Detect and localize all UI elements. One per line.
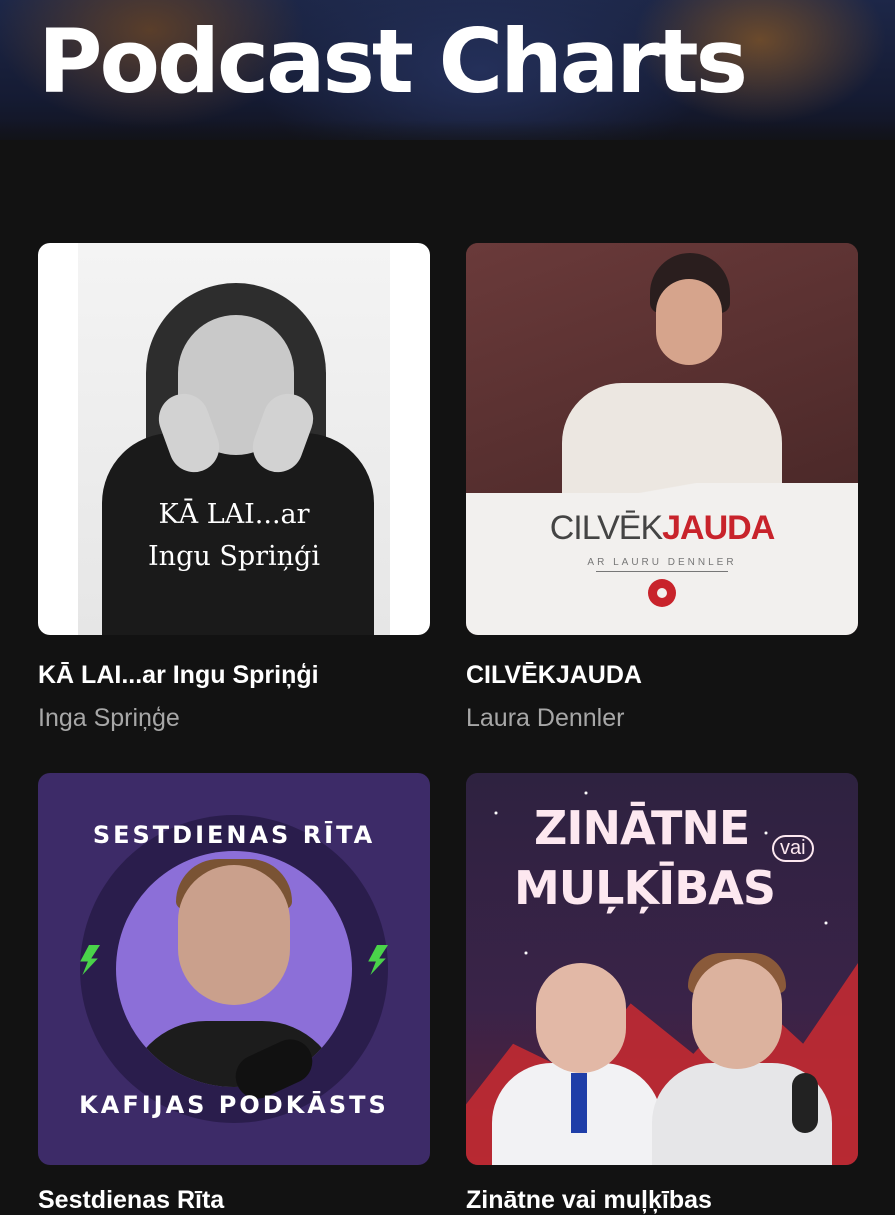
podcast-cover[interactable]: SESTDIENAS RĪTA KAFIJAS PODKĀSTS [38, 773, 430, 1165]
cover-text: ZINĀTNE [534, 801, 750, 855]
podcast-author: Laura Dennler [466, 704, 625, 732]
cover-text: Ingu Spriņģi [148, 541, 320, 572]
cover-brand-part: JAUDA [662, 509, 775, 547]
microphone-icon [792, 1073, 818, 1133]
cover-brand: CILVĒKJAUDA [466, 509, 858, 548]
podcast-cover[interactable]: CILVĒKJAUDA AR LAURU DENNLER [466, 243, 858, 635]
podcast-title[interactable]: CILVĒKJAUDA [466, 661, 642, 690]
cover-figure-face [178, 865, 290, 1005]
cover-text: KAFIJAS PODKĀSTS [79, 1091, 389, 1119]
podcast-card[interactable]: SESTDIENAS RĪTA KAFIJAS PODKĀSTS [38, 773, 430, 1165]
cover-text: KĀ LAI...ar [158, 499, 310, 530]
cover-paper-tear [466, 483, 858, 503]
page-title: Podcast Charts [38, 10, 748, 113]
podcast-author: Inga Spriņģe [38, 704, 180, 732]
header-banner: Podcast Charts [0, 0, 895, 140]
podcast-card[interactable]: KĀ LAI...ar Ingu Spriņģi KĀ LAI...ar Ing… [38, 243, 430, 732]
podcast-cover[interactable]: ZINĀTNE vai MUĻĶĪBAS [466, 773, 858, 1165]
cover-figure-tie [571, 1073, 587, 1133]
podcast-title[interactable]: Sestdienas Rīta [38, 1186, 224, 1215]
podcast-title[interactable]: Zinātne vai muļķības [466, 1186, 712, 1215]
cover-divider [596, 571, 728, 572]
cover-figure-body [102, 433, 374, 635]
cover-brand-part: CILVĒK [549, 509, 663, 547]
cover-text: SESTDIENAS RĪTA [92, 821, 376, 849]
cover-figure-face [692, 959, 782, 1069]
podcast-card[interactable]: CILVĒKJAUDA AR LAURU DENNLER CILVĒKJAUDA… [466, 243, 858, 732]
cover-text: vai [772, 835, 814, 862]
record-icon [648, 579, 676, 607]
cover-figure-face [656, 279, 722, 365]
cover-subtitle: AR LAURU DENNLER [587, 557, 737, 568]
podcast-title[interactable]: KĀ LAI...ar Ingu Spriņģi [38, 661, 319, 690]
cover-photo [116, 851, 352, 1087]
podcast-card[interactable]: ZINĀTNE vai MUĻĶĪBAS [466, 773, 858, 1165]
podcast-cover[interactable]: KĀ LAI...ar Ingu Spriņģi [38, 243, 430, 635]
cover-text: MUĻĶĪBAS [514, 861, 776, 915]
cover-figure-face [536, 963, 626, 1073]
header-fade [0, 120, 895, 160]
